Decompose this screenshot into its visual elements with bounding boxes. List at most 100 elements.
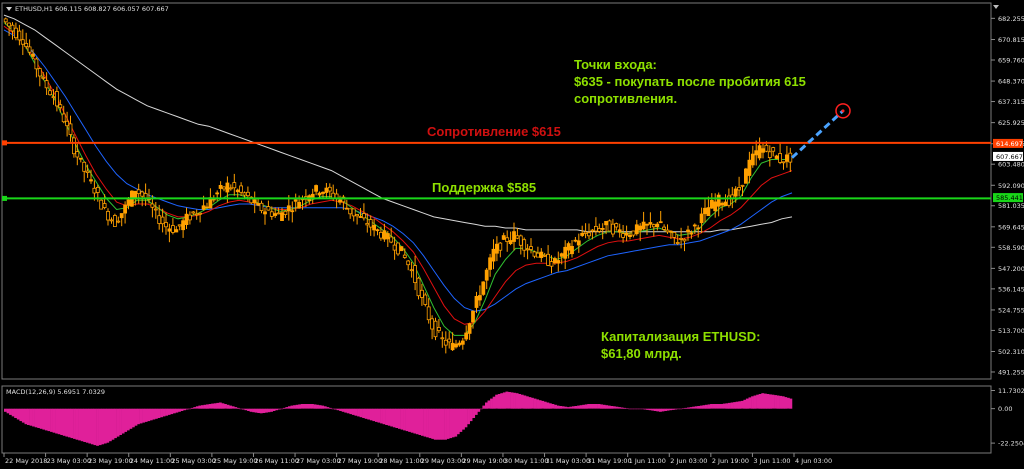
macd-bar xyxy=(180,408,184,411)
macd-bar xyxy=(786,397,790,409)
candle-body xyxy=(488,257,493,270)
candle-body xyxy=(604,220,608,226)
macd-bar xyxy=(541,400,545,409)
candle-body xyxy=(355,214,360,217)
macd-bar xyxy=(495,394,499,409)
candle-body xyxy=(372,224,377,231)
macd-bar xyxy=(336,408,340,411)
time-tick-label: 22 May 2018 xyxy=(5,457,47,465)
candle-body xyxy=(733,188,738,197)
macd-bar xyxy=(556,405,560,409)
macd-bar xyxy=(372,408,376,422)
macd-bar xyxy=(487,400,491,409)
candle-body xyxy=(464,332,469,340)
macd-bar xyxy=(369,408,373,421)
scroll-arrow-icon[interactable] xyxy=(993,5,999,9)
price-tick-label: 547.200 xyxy=(998,265,1024,273)
macd-bar xyxy=(572,406,575,409)
candle-body xyxy=(447,338,452,343)
candle-body xyxy=(576,240,581,246)
candle-body xyxy=(491,248,496,262)
macd-bar xyxy=(21,408,25,423)
macd-bar xyxy=(4,408,7,412)
candle-body xyxy=(750,153,755,166)
candle-body xyxy=(498,242,503,251)
macd-bar xyxy=(482,405,486,409)
candle-body xyxy=(317,192,322,196)
macd-bar xyxy=(676,408,680,410)
candle-body xyxy=(13,27,18,39)
macd-bar xyxy=(39,408,43,429)
candle-body xyxy=(20,39,25,45)
capitalization-annotation: Капитализация ETHUSD: $61,80 млрд. xyxy=(601,328,761,362)
candle-body xyxy=(41,76,46,79)
candle-body xyxy=(737,186,741,191)
macd-bar xyxy=(91,408,94,445)
macd-bar xyxy=(743,399,747,409)
macd-bar xyxy=(203,404,207,409)
entry-annotation: Точки входа: $635 - покупать после проби… xyxy=(574,56,806,107)
time-tick-label: 28 May 11:00 xyxy=(379,457,424,465)
macd-bar xyxy=(643,408,647,410)
candle-body xyxy=(402,254,407,258)
candle-body xyxy=(222,186,226,190)
price-axis: 682.255 670.815 659.760 648.370 637.315 625.9… xyxy=(991,15,1024,376)
candle-body xyxy=(433,320,438,338)
candle-body xyxy=(675,242,680,245)
macd-bar xyxy=(510,392,514,409)
candle-body xyxy=(82,161,87,172)
macd-bar xyxy=(505,391,509,409)
macd-bar xyxy=(551,404,555,409)
macd-bar xyxy=(674,408,678,410)
candle-body xyxy=(679,237,683,240)
price-chart: 11.7302 0.00 -22.2504 682.255 670.815 659.76… xyxy=(1,2,1024,465)
macd-bar xyxy=(221,403,225,409)
macd-bar xyxy=(697,406,701,409)
time-tick-label: 25 May 03:00 xyxy=(171,457,216,465)
macd-bar xyxy=(183,408,186,411)
macd-bar xyxy=(462,408,465,430)
macd-bar xyxy=(436,408,440,440)
macd-bar xyxy=(500,393,504,409)
price-tick-label: 536.145 xyxy=(998,285,1024,293)
macd-bar xyxy=(722,403,726,409)
candle-body xyxy=(385,233,390,240)
candle-body xyxy=(78,157,83,160)
candle-body xyxy=(280,212,284,221)
candle-body xyxy=(331,192,336,199)
macd-bar xyxy=(137,408,140,425)
macd-bar xyxy=(638,408,642,410)
candle-body xyxy=(689,232,694,235)
macd-histogram: 11.7302 0.00 -22.2504 xyxy=(4,387,1024,448)
macd-tick-label: 0.00 xyxy=(998,405,1012,413)
macd-bar xyxy=(748,397,752,409)
macd-bar xyxy=(62,408,66,436)
macd-bar xyxy=(139,408,143,424)
macd-bar xyxy=(589,404,593,409)
macd-bar xyxy=(218,402,222,409)
macd-bar xyxy=(546,402,550,409)
candle-body xyxy=(767,151,772,159)
candle-body xyxy=(699,213,704,224)
candle-body xyxy=(378,231,383,239)
candle-body xyxy=(89,179,93,182)
macd-bar xyxy=(781,396,785,409)
macd-bar xyxy=(83,408,87,442)
macd-bar xyxy=(234,407,238,409)
macd-bar xyxy=(272,408,276,411)
macd-bar xyxy=(124,408,128,432)
macd-bar xyxy=(213,403,217,409)
macd-bar xyxy=(433,408,437,440)
macd-bar xyxy=(241,408,245,410)
collapse-arrow-icon[interactable] xyxy=(6,7,12,11)
macd-bar xyxy=(725,403,729,409)
time-tick-label: 2 Jun 19:00 xyxy=(712,457,749,465)
candle-body xyxy=(597,228,602,232)
macd-bar xyxy=(444,408,447,440)
candle-body xyxy=(399,246,404,252)
macd-bar xyxy=(694,406,698,409)
macd-bar xyxy=(428,408,432,439)
macd-bar xyxy=(119,408,122,435)
macd-bar xyxy=(612,406,616,409)
macd-bar xyxy=(431,408,435,439)
